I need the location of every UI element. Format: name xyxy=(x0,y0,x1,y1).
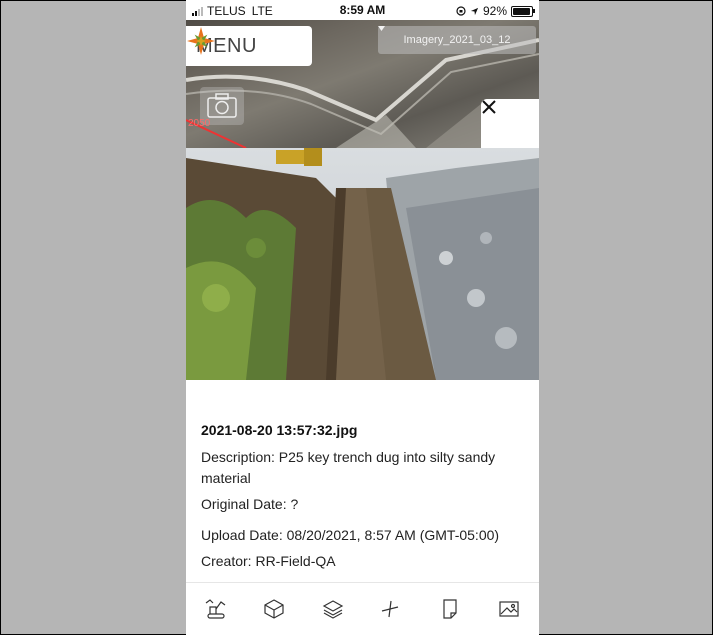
image-icon[interactable] xyxy=(495,595,523,623)
status-bar: TELUS LTE 8:59 AM 92% xyxy=(186,0,539,20)
scale-label: 2050 xyxy=(188,118,211,129)
layers-icon[interactable] xyxy=(319,595,347,623)
photo-description: Description: P25 key trench dug into sil… xyxy=(201,449,496,486)
photo-creator: Creator: RR-Field-QA xyxy=(201,553,336,569)
status-right: 92% xyxy=(456,4,535,18)
menu-button[interactable]: MENU xyxy=(186,26,312,66)
photo-upload-date: Upload Date: 08/20/2021, 8:57 AM (GMT-05… xyxy=(201,527,500,543)
location-arrow-icon xyxy=(470,7,479,15)
excavator-icon[interactable] xyxy=(202,595,230,623)
chevron-down-icon xyxy=(378,26,385,31)
close-icon xyxy=(482,100,496,114)
measure-icon[interactable] xyxy=(376,595,404,623)
map-view[interactable]: MENU Imagery_2021_03_12 2050 xyxy=(186,20,539,148)
site-photo[interactable] xyxy=(186,148,539,380)
imagery-select-value: Imagery_2021_03_12 xyxy=(403,34,511,46)
document-icon[interactable] xyxy=(436,595,464,623)
trench-photo xyxy=(186,148,539,380)
battery-icon xyxy=(511,5,535,17)
close-button[interactable] xyxy=(481,99,539,148)
app-logo-icon xyxy=(187,27,215,55)
photo-filename: 2021-08-20 13:57:32.jpg xyxy=(201,422,358,438)
bottom-toolbar xyxy=(186,582,539,635)
orientation-lock-icon xyxy=(456,6,466,16)
phone-screen: TELUS LTE 8:59 AM 92% MENU Imagery_2021_… xyxy=(186,0,539,635)
box-3d-icon[interactable] xyxy=(260,595,288,623)
battery-percent: 92% xyxy=(482,4,507,18)
imagery-select[interactable]: Imagery_2021_03_12 xyxy=(378,26,536,54)
photo-original-date: Original Date: ? xyxy=(201,496,299,512)
photo-details: 2021-08-20 13:57:32.jpg Description: P25… xyxy=(186,380,539,582)
